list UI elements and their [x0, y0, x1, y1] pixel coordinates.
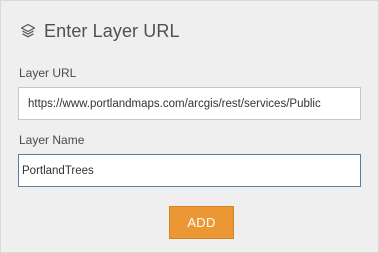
dialog-header: Enter Layer URL: [19, 18, 180, 44]
layer-url-label: Layer URL: [19, 66, 77, 80]
layer-name-input[interactable]: [18, 154, 361, 187]
add-button[interactable]: ADD: [169, 206, 234, 239]
layers-icon: [19, 23, 36, 40]
layer-name-label: Layer Name: [19, 133, 85, 147]
add-layer-panel: Enter Layer URL Layer URL Layer Name ADD: [0, 0, 379, 253]
layer-url-input[interactable]: [18, 87, 361, 120]
dialog-title: Enter Layer URL: [44, 20, 180, 41]
